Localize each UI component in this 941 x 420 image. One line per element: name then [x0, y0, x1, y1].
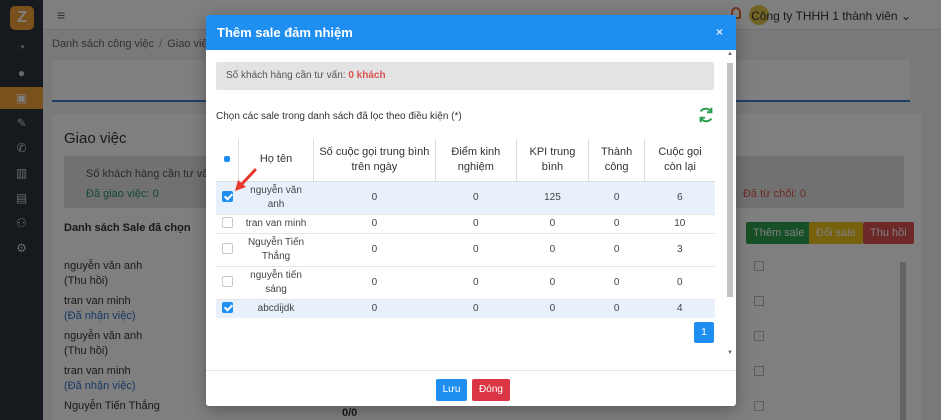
modal-header: Thêm sale đảm nhiệm × [206, 15, 736, 50]
cell-kpi: 125 [516, 180, 589, 214]
info-label: Số khách hàng cần tư vấn: [226, 70, 346, 81]
scroll-up-icon[interactable]: ▲ [727, 51, 733, 57]
cell-calls: 0 [313, 265, 436, 299]
modal-title: Thêm sale đảm nhiệm [217, 25, 353, 40]
row-checkbox[interactable] [221, 217, 233, 229]
cell-remaining: 4 [644, 298, 715, 318]
cell-remaining: 10 [644, 213, 715, 233]
select-all-checkbox[interactable] [224, 156, 231, 163]
choose-sales-label: Chọn các sale trong danh sách đã lọc the… [216, 111, 462, 122]
row-select-cell[interactable] [216, 265, 239, 299]
row-select-cell[interactable] [216, 213, 239, 233]
cell-success: 0 [588, 298, 645, 318]
cell-exp: 0 [435, 232, 517, 266]
table-row[interactable]: nguyễn văn anh 0 0 125 0 6 [216, 180, 715, 214]
col-header: Cuộc gọi còn lại [644, 139, 715, 182]
cell-success: 0 [588, 232, 645, 266]
cell-calls: 0 [313, 213, 436, 233]
info-value: 0 khách [348, 70, 386, 81]
row-checkbox[interactable] [221, 243, 233, 255]
cell-name: tran van minh [238, 213, 314, 233]
scrollbar-thumb[interactable] [727, 63, 733, 297]
scroll-down-icon[interactable]: ▼ [727, 350, 733, 356]
row-select-cell[interactable] [216, 232, 239, 266]
cancel-button[interactable]: Đóng [472, 379, 510, 401]
cell-name: abcdijdk [238, 298, 314, 318]
row-checkbox[interactable] [221, 191, 233, 203]
cell-remaining: 0 [644, 265, 715, 299]
cell-name: nguyễn tiến sáng [238, 265, 314, 299]
modal-scrollbar[interactable]: ▲ ▼ [727, 51, 733, 356]
cell-exp: 0 [435, 265, 517, 299]
cell-calls: 0 [313, 180, 436, 214]
cell-exp: 0 [435, 298, 517, 318]
col-header: Điểm kinh nghiệm [434, 139, 517, 182]
cell-remaining: 3 [644, 232, 715, 266]
cell-calls: 0 [313, 298, 436, 318]
cell-name: Nguyễn Tiến Thắng [238, 232, 314, 266]
cell-kpi: 0 [516, 232, 589, 266]
table-row[interactable]: abcdijdk 0 0 0 0 4 [216, 298, 715, 318]
table-row[interactable]: tran van minh 0 0 0 0 10 [216, 213, 715, 233]
cell-remaining: 6 [644, 180, 715, 214]
col-header: Thành công [588, 139, 645, 182]
table-row[interactable]: Nguyễn Tiến Thắng 0 0 0 0 3 [216, 232, 715, 266]
cell-kpi: 0 [516, 298, 589, 318]
annotation-arrow-icon [235, 168, 257, 191]
cell-success: 0 [588, 180, 645, 214]
refresh-icon[interactable] [697, 106, 715, 124]
cell-success: 0 [588, 213, 645, 233]
cell-exp: 0 [435, 180, 517, 214]
cell-exp: 0 [435, 213, 517, 233]
row-checkbox[interactable] [221, 302, 233, 314]
modal-body: Số khách hàng cần tư vấn: 0 khách Chọn c… [206, 50, 736, 370]
modal-footer: Lưu Đóng [206, 370, 736, 406]
table-row[interactable]: nguyễn tiến sáng 0 0 0 0 0 [216, 265, 715, 299]
customers-info: Số khách hàng cần tư vấn: 0 khách [216, 62, 714, 90]
cell-kpi: 0 [516, 265, 589, 299]
col-header: Số cuộc gọi trung bình trên ngày [312, 139, 436, 182]
save-button[interactable]: Lưu [436, 379, 467, 401]
row-checkbox[interactable] [221, 276, 233, 288]
pagination-page[interactable]: 1 [694, 322, 714, 343]
cell-calls: 0 [313, 232, 436, 266]
add-sale-modal: Thêm sale đảm nhiệm × Số khách hàng cần … [206, 15, 736, 406]
cell-kpi: 0 [516, 213, 589, 233]
cell-success: 0 [588, 265, 645, 299]
sales-table: Họ tên Số cuộc gọi trung bình trên ngày … [216, 139, 715, 318]
row-select-cell[interactable] [216, 298, 239, 318]
close-icon[interactable]: × [716, 25, 723, 39]
col-header: KPI trung bình [515, 139, 589, 182]
